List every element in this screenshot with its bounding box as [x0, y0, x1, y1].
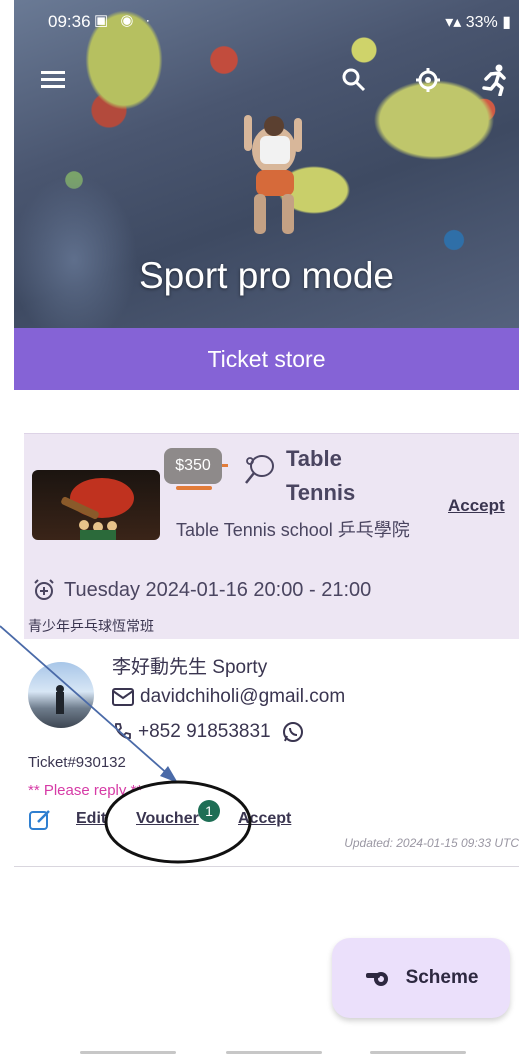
- school-name: Table Tennis school 乒乓學院: [176, 520, 410, 540]
- system-nav-bar: [14, 1040, 519, 1058]
- climber-image: [244, 115, 302, 234]
- nav-home[interactable]: [226, 1051, 322, 1054]
- please-reply-note: ** Please reply **: [28, 782, 143, 799]
- status-bar: 09:36 ▣ ◉ ∙ ▾▴ 33% ▮: [14, 8, 519, 38]
- nav-back[interactable]: [370, 1051, 466, 1054]
- settings-button[interactable]: [408, 60, 448, 100]
- voucher-count-badge: 1: [198, 800, 220, 822]
- event-title: Table Tennis: [286, 446, 356, 505]
- hero-title: Sport pro mode: [138, 255, 395, 296]
- search-button[interactable]: [334, 60, 374, 100]
- event-card: $350 Table Tennis Accept Table Tennis sc…: [24, 433, 519, 639]
- phone-row[interactable]: +852 91853831: [112, 720, 305, 744]
- runner-icon: [482, 64, 506, 96]
- avatar: [28, 662, 94, 728]
- menu-icon: [41, 71, 65, 88]
- top-app-bar: [14, 60, 519, 104]
- notification-icons: ▣ ◉ ∙: [94, 12, 154, 29]
- edit-icon[interactable]: [28, 808, 52, 832]
- event-thumbnail: [32, 470, 160, 540]
- nav-recents[interactable]: [80, 1051, 176, 1054]
- price-underline: [176, 486, 212, 490]
- accept-link[interactable]: Accept: [238, 810, 291, 828]
- event-datetime-row: Tuesday 2024-01-16 20:00 - 21:00: [32, 578, 371, 602]
- scheme-label: Scheme: [405, 967, 479, 988]
- alarm-icon: [34, 579, 54, 600]
- sport-mode-button[interactable]: [474, 60, 514, 100]
- voucher-link[interactable]: Voucher: [136, 810, 199, 828]
- app-screen: 09:36 ▣ ◉ ∙ ▾▴ 33% ▮ Sport pro mode Tick…: [14, 0, 519, 1058]
- mail-icon: [112, 688, 134, 706]
- whatsapp-icon[interactable]: [281, 720, 305, 744]
- contact-phone: +852 91853831: [138, 721, 271, 742]
- ticket-store-button[interactable]: Ticket store: [14, 328, 519, 390]
- contact-name: 李好動先生 Sporty: [112, 657, 268, 678]
- scheme-fab[interactable]: Scheme: [332, 938, 510, 1018]
- phone-icon: [115, 723, 131, 739]
- divider: [14, 866, 519, 867]
- contact-email: davidchiholi@gmail.com: [140, 686, 346, 707]
- search-icon: [342, 68, 366, 92]
- ticket-actions: Edit Voucher Accept: [28, 806, 328, 836]
- event-datetime: Tuesday 2024-01-16 20:00 - 21:00: [64, 578, 372, 601]
- settings-icon: [416, 68, 440, 92]
- hero-banner: 09:36 ▣ ◉ ∙ ▾▴ 33% ▮ Sport pro mode: [14, 0, 519, 330]
- whistle-icon: [365, 972, 388, 986]
- price-badge: $350: [164, 448, 222, 484]
- class-name: 青少年乒乓球恆常班: [28, 618, 154, 634]
- ping-pong-photo: [61, 478, 134, 540]
- battery-indicator: ▾▴ 33% ▮: [445, 14, 511, 31]
- battery-level: 33%: [465, 14, 498, 31]
- ping-pong-icon: [245, 455, 274, 484]
- email-row[interactable]: davidchiholi@gmail.com: [112, 686, 345, 708]
- price-dot: [222, 464, 228, 467]
- edit-link[interactable]: Edit: [76, 810, 106, 828]
- menu-button[interactable]: [34, 60, 74, 100]
- ticket-number: Ticket#930132: [28, 754, 126, 771]
- status-time: 09:36: [48, 12, 91, 31]
- updated-timestamp: Updated: 2024-01-15 09:33 UTC: [344, 836, 519, 850]
- accept-link-top[interactable]: Accept: [448, 496, 505, 516]
